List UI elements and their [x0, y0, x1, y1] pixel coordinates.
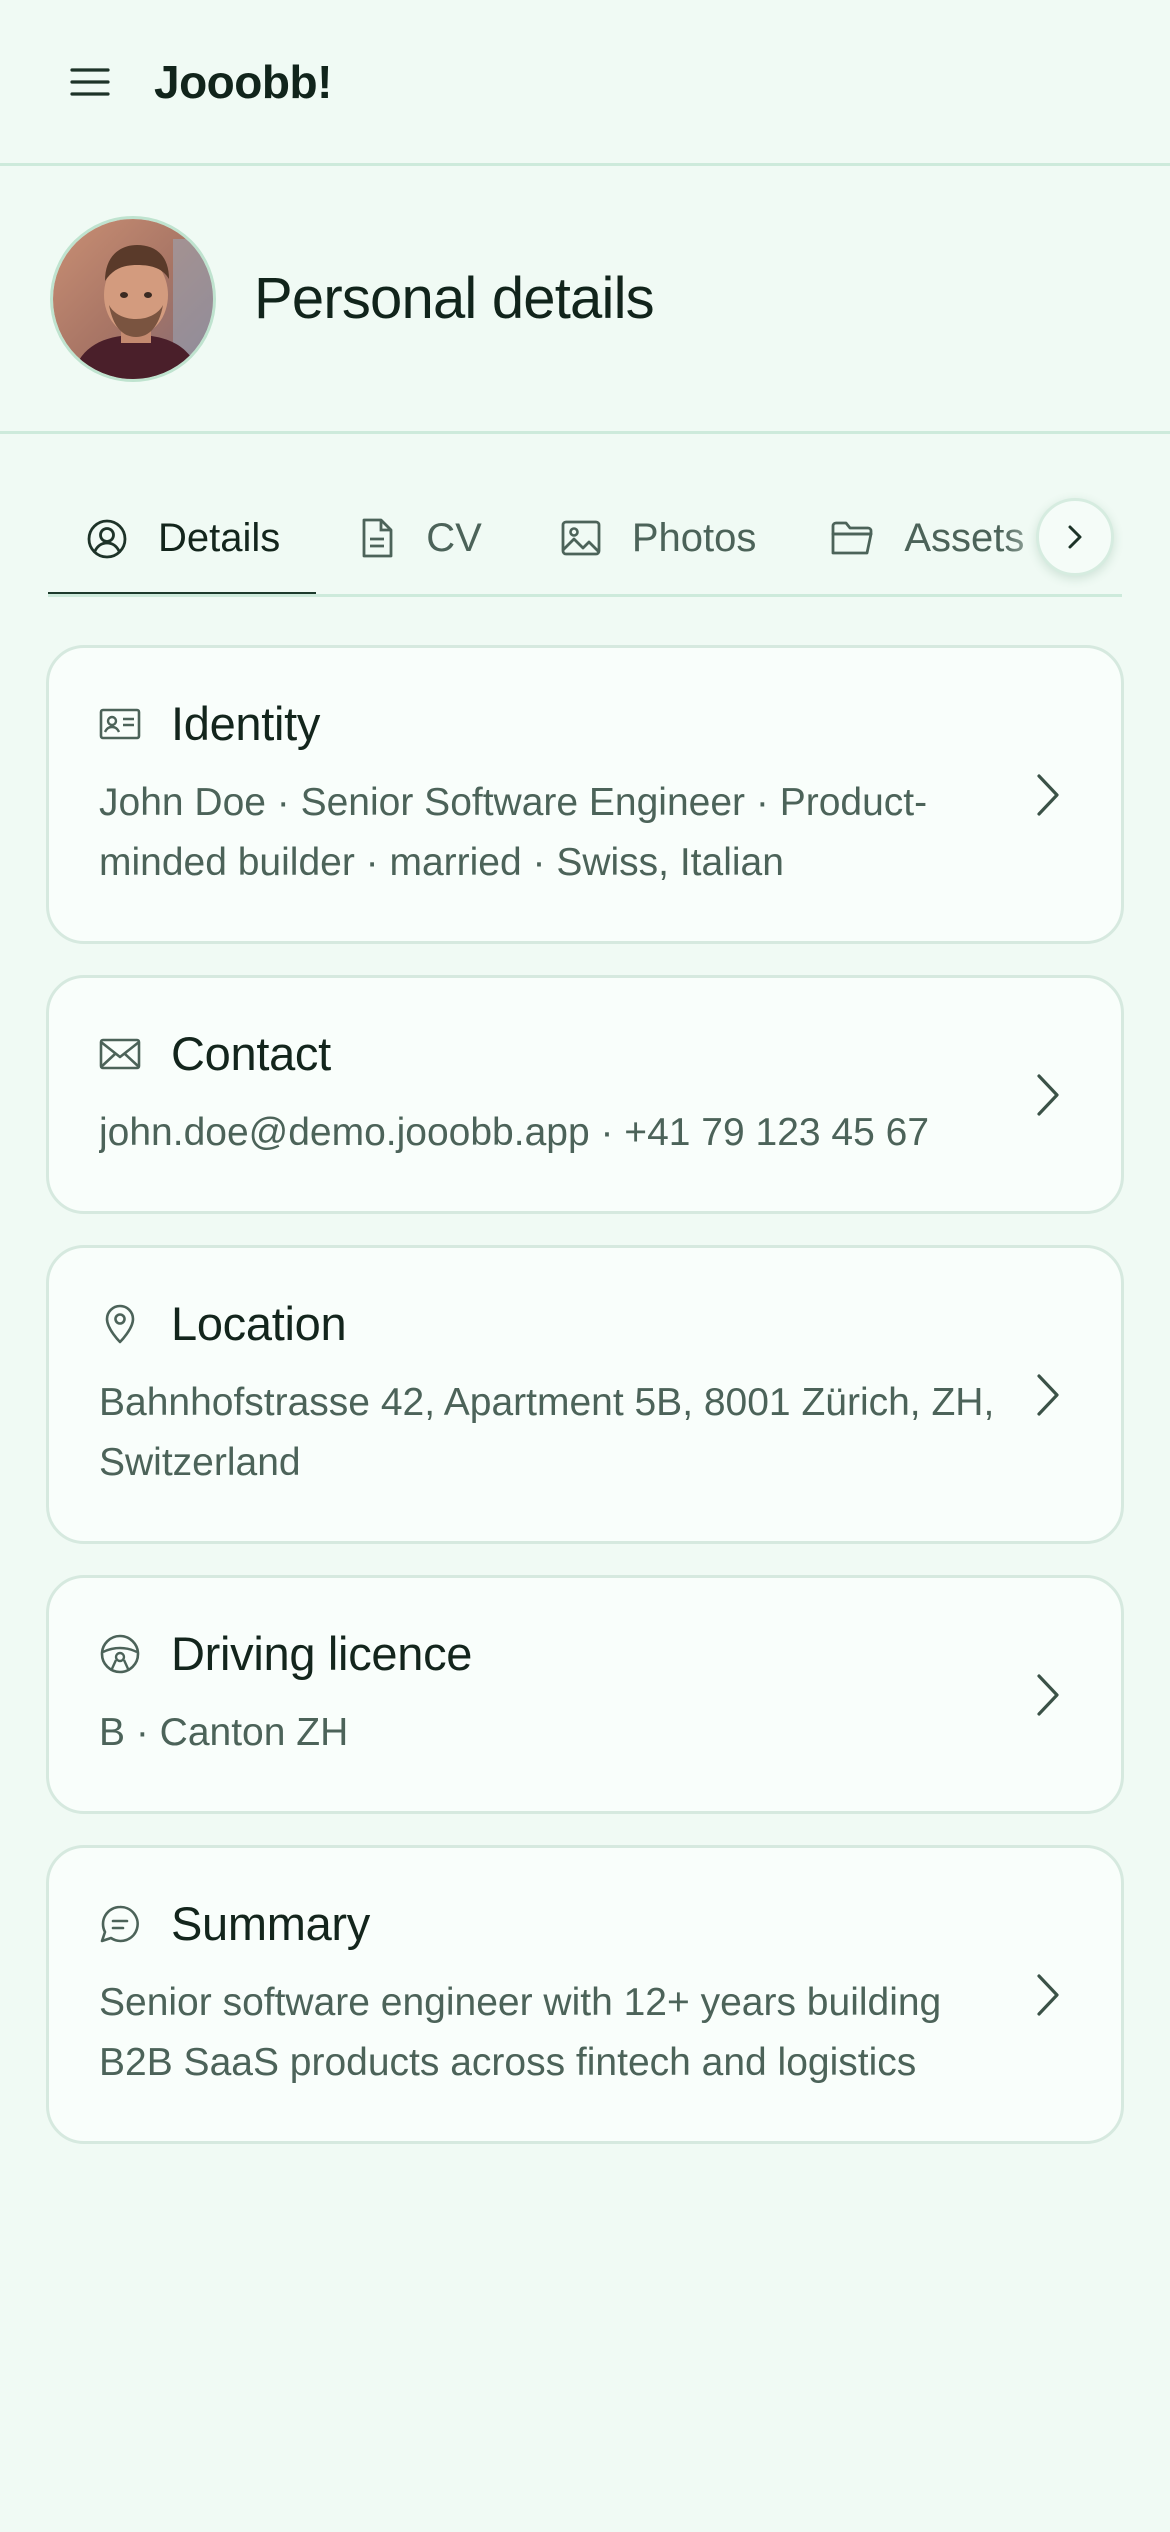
tab-photos[interactable]: Photos: [520, 482, 795, 594]
profile-header: Personal details: [0, 166, 1170, 434]
id-card-icon: [99, 708, 141, 739]
app-title[interactable]: Jooobb!: [154, 55, 332, 109]
card-title: Summary: [171, 1897, 370, 1950]
hamburger-menu-icon[interactable]: [68, 60, 112, 104]
image-icon: [561, 520, 601, 556]
card-identity[interactable]: Identity John Doe · Senior Software Engi…: [46, 645, 1124, 944]
chevron-right-icon: [1037, 773, 1059, 816]
card-title: Location: [171, 1297, 347, 1350]
steering-wheel-icon: [100, 1634, 140, 1673]
tab-assets[interactable]: Assets: [794, 482, 1062, 594]
page-title: Personal details: [254, 266, 655, 331]
chevron-right-icon: [1037, 1373, 1059, 1416]
card-title: Contact: [171, 1027, 331, 1080]
folder-icon: [831, 521, 873, 555]
tab-details[interactable]: Details: [48, 485, 317, 594]
document-icon: [362, 518, 393, 558]
top-bar: Jooobb!: [0, 0, 1170, 166]
card-location[interactable]: Location Bahnhofstrasse 42, Apartment 5B…: [46, 1245, 1124, 1544]
user-circle-icon: [87, 519, 127, 558]
card-title: Driving licence: [171, 1627, 473, 1680]
card-contact[interactable]: Contact john.doe@demo.jooobb.app · +41 7…: [46, 975, 1124, 1214]
tabs-scroll-right-button[interactable]: [1036, 498, 1114, 576]
chevron-right-icon: [1068, 525, 1082, 549]
card-summary: John Doe · Senior Software Engineer · Pr…: [99, 781, 928, 884]
map-pin-icon: [105, 1304, 135, 1343]
card-summary: Senior software engineer with 12+ years …: [99, 1981, 942, 2084]
card-driving-licence[interactable]: Driving licence B · Canton ZH: [46, 1575, 1124, 1814]
card-summary: john.doe@demo.jooobb.app · +41 79 123 45…: [99, 1111, 930, 1154]
chevron-right-icon: [1037, 1073, 1059, 1116]
chevron-right-icon: [1037, 1673, 1059, 1716]
avatar[interactable]: [50, 215, 216, 382]
card-summary-section[interactable]: Summary Senior software engineer with 12…: [46, 1845, 1124, 2144]
card-summary: Bahnhofstrasse 42, Apartment 5B, 8001 Zü…: [99, 1381, 995, 1484]
tab-label: CV: [426, 515, 482, 560]
card-summary: B · Canton ZH: [99, 1711, 349, 1754]
tab-label: Assets: [904, 515, 1025, 560]
details-list: Identity John Doe · Senior Software Engi…: [0, 597, 1170, 2144]
chat-icon: [100, 1905, 139, 1942]
tab-label: Photos: [631, 515, 757, 560]
tab-cv[interactable]: CV: [316, 482, 520, 594]
tab-label: Details: [158, 516, 281, 560]
chevron-right-icon: [1037, 1973, 1059, 2016]
card-title: Identity: [171, 697, 321, 750]
mail-icon: [99, 1038, 141, 1069]
tab-bar: Details CV Photos Assets: [48, 434, 1122, 597]
